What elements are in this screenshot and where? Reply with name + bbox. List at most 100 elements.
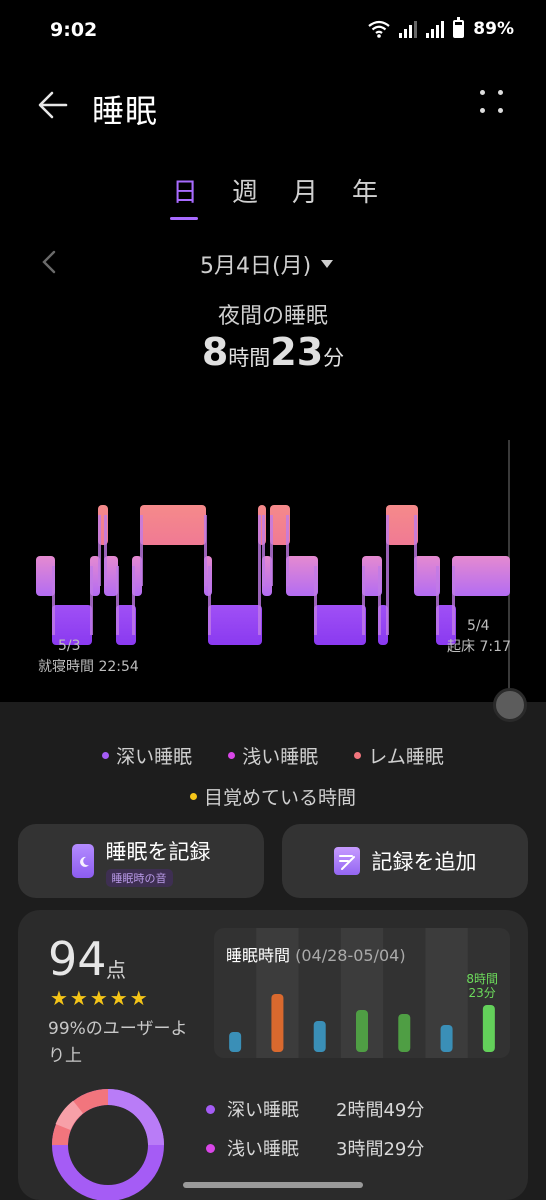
stage-row-light: 浅い睡眠 3時間29分 <box>206 1135 424 1161</box>
hypnogram-transition <box>204 515 207 586</box>
date-label: 5月4日(月) <box>200 254 312 279</box>
weekly-last-value: 8時間 23分 <box>466 972 498 1000</box>
back-arrow-icon[interactable] <box>36 88 70 122</box>
hypnogram-transition <box>314 566 317 635</box>
hypnogram-segment-rem <box>140 505 206 545</box>
previous-date-icon[interactable] <box>40 250 60 274</box>
duration-hours-unit: 時間 <box>228 346 271 370</box>
light-stage-value: 3時間29分 <box>336 1139 425 1160</box>
hypnogram-transition <box>116 566 119 635</box>
weekly-bar[interactable] <box>440 1025 453 1052</box>
legend-deep-label: 深い睡眠 <box>116 746 193 768</box>
hypnogram-transition <box>258 515 261 635</box>
tab-day[interactable]: 日 <box>170 172 200 222</box>
hypnogram-transition <box>452 566 455 635</box>
status-icons: 89% <box>368 17 514 39</box>
add-record-button[interactable]: 記録を追加 <box>282 824 528 898</box>
weekly-chart-title: 睡眠時間 (04/28-05/04) <box>226 942 406 966</box>
hypnogram-segment-light <box>286 556 318 596</box>
night-sleep-label: 夜間の睡眠 <box>217 304 328 329</box>
sleep-duration: 8時間23分 <box>0 330 546 374</box>
legend-rem: レム睡眠 <box>354 742 444 769</box>
hypnogram-segment-light <box>452 556 510 596</box>
weekly-range: (04/28-05/04) <box>295 946 406 965</box>
sleep-score-card[interactable]: 94 点 ★★★★★ 99%のユーザーより上 睡眠時間 (04/28-05/04… <box>18 910 528 1200</box>
chart-start-label: 就寝時間 22:54 <box>38 659 139 675</box>
score-unit: 点 <box>106 958 126 982</box>
legend-light-label: 浅い睡眠 <box>242 746 319 768</box>
hypnogram-transition <box>52 566 55 635</box>
weekly-bar[interactable] <box>356 1010 368 1052</box>
home-indicator[interactable] <box>183 1182 363 1188</box>
record-sleep-button[interactable]: 睡眠を記録 睡眠時の音 <box>18 824 264 898</box>
hypnogram-transition <box>414 515 417 586</box>
more-options-icon[interactable] <box>480 90 504 114</box>
legend-awake-label: 目覚めている時間 <box>203 787 356 809</box>
legend-rem-label: レム睡眠 <box>368 746 444 768</box>
weekly-title: 睡眠時間 <box>226 946 291 965</box>
status-bar: 9:02 89% <box>0 0 546 60</box>
sleep-hypnogram[interactable]: 5/3 就寝時間 22:54 5/4 起床 7:17 <box>0 430 546 680</box>
deep-stage-dot-icon <box>206 1104 215 1114</box>
hypnogram-transition <box>378 566 381 635</box>
tab-year[interactable]: 年 <box>350 172 380 222</box>
score-percentile: 99%のユーザーより上 <box>48 1019 188 1066</box>
score-value: 94 <box>48 932 107 986</box>
light-dot-icon <box>228 752 236 759</box>
hypnogram-transition <box>436 566 439 635</box>
header: 睡眠 <box>0 70 546 140</box>
weekly-bar[interactable] <box>271 994 284 1052</box>
weekly-bar[interactable] <box>482 1005 495 1052</box>
add-record-label: 記録を追加 <box>371 850 477 874</box>
weekly-bar[interactable] <box>313 1021 326 1052</box>
duration-minutes-unit: 分 <box>323 346 345 370</box>
edit-note-icon <box>333 847 360 875</box>
weekly-sleep-chart[interactable]: 睡眠時間 (04/28-05/04) 8時間 23分 <box>214 928 510 1058</box>
hypnogram-transition <box>104 515 107 586</box>
date-selector[interactable]: 5月4日(月) <box>200 248 334 280</box>
weekly-bar[interactable] <box>398 1014 411 1052</box>
legend-awake: 目覚めている時間 <box>189 783 356 810</box>
period-tabs: 日 週 月 年 <box>170 172 380 222</box>
light-stage-name: 浅い睡眠 <box>227 1139 299 1160</box>
weekly-last-minutes: 23分 <box>468 986 496 1000</box>
hypnogram-segment-rem <box>386 505 418 545</box>
sleep-sound-badge: 睡眠時の音 <box>105 868 173 887</box>
tab-month[interactable]: 月 <box>290 172 320 222</box>
record-sleep-label: 睡眠を記録 <box>105 839 211 864</box>
awake-dot-icon <box>189 793 197 800</box>
hypnogram-transition <box>270 515 273 586</box>
light-stage-dot-icon <box>206 1143 215 1153</box>
wifi-icon <box>368 20 390 38</box>
hypnogram-transition <box>132 566 135 635</box>
chart-end-label: 起床 7:17 <box>447 639 511 655</box>
rem-dot-icon <box>354 752 362 759</box>
hypnogram-transition <box>386 515 389 635</box>
weekly-bar[interactable] <box>229 1032 242 1052</box>
tab-week[interactable]: 週 <box>230 172 260 222</box>
hypnogram-transition <box>98 515 101 586</box>
hypnogram-segment-deep <box>314 605 366 645</box>
time-scrub-knob[interactable] <box>493 688 527 722</box>
phone-moon-icon <box>71 844 94 878</box>
hypnogram-transition <box>90 566 93 635</box>
battery-icon <box>453 17 465 38</box>
deep-stage-name: 深い睡眠 <box>227 1100 299 1121</box>
signal-icon-2 <box>426 20 445 38</box>
weekly-last-hours: 8時間 <box>466 972 498 986</box>
stage-ring-chart <box>52 1089 164 1200</box>
chart-end-date: 5/4 <box>467 618 490 634</box>
hypnogram-transition <box>286 515 289 586</box>
hypnogram-transition <box>362 566 365 635</box>
chart-start-date: 5/3 <box>58 638 81 654</box>
legend-light: 浅い睡眠 <box>228 742 318 769</box>
legend-deep: 深い睡眠 <box>102 742 192 769</box>
duration-hours: 8 <box>201 330 229 374</box>
hypnogram-transition <box>140 515 143 586</box>
hypnogram-transition <box>262 515 265 586</box>
hypnogram-transition <box>208 566 211 635</box>
deep-stage-value: 2時間49分 <box>336 1100 425 1121</box>
status-time: 9:02 <box>50 19 98 41</box>
battery-percent: 89% <box>473 19 514 39</box>
signal-icon-1 <box>399 20 418 38</box>
